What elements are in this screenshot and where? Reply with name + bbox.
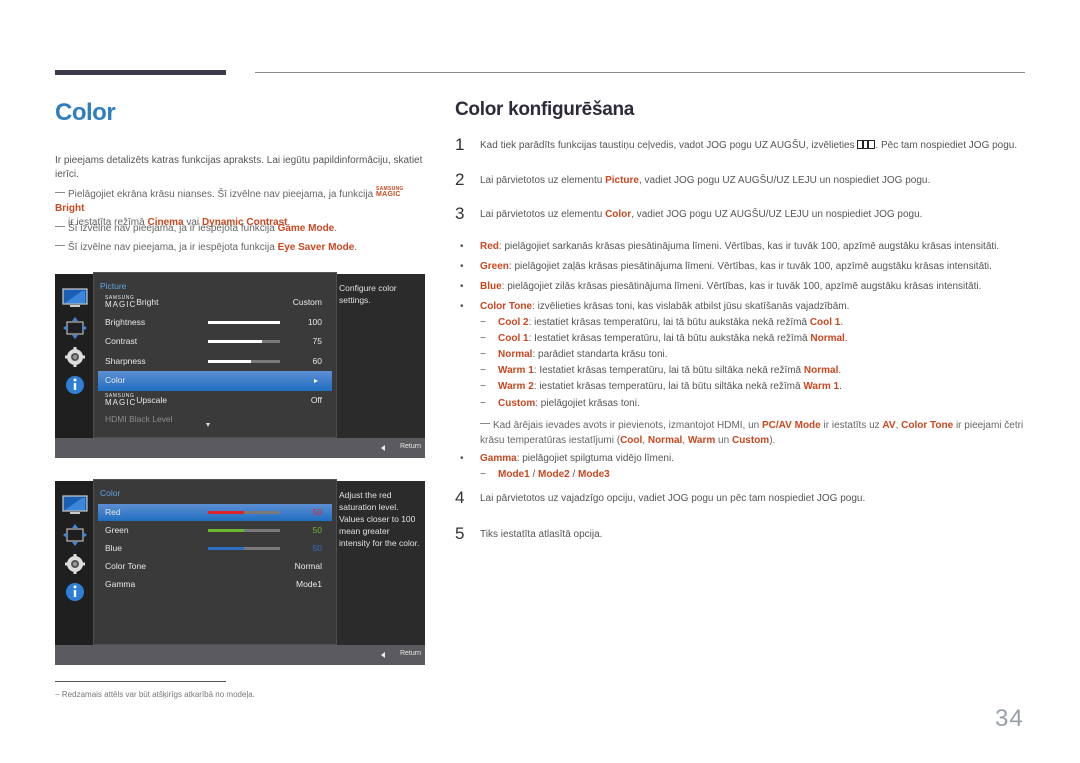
scroll-down-icon[interactable] xyxy=(206,423,210,427)
samsung-magic-logo: SAMSUNG MAGIC xyxy=(105,295,137,309)
red-value: 50 xyxy=(312,507,322,517)
red-slider[interactable] xyxy=(208,511,280,514)
hdmi-note: Kad ārējais ievades avots ir pievienots,… xyxy=(480,420,1024,446)
menu-item-color[interactable]: Color xyxy=(98,371,332,391)
return-button[interactable]: Return xyxy=(400,650,421,657)
note-dash xyxy=(55,192,65,193)
samsung-magic-logo: SAMSUNG MAGIC xyxy=(375,186,404,199)
return-icon[interactable] xyxy=(381,652,385,658)
osd-sidebar xyxy=(55,481,93,645)
osd-picture-menu: Picture SAMSUNG MAGIC Bright Custom Bright… xyxy=(55,272,425,458)
note-3: Šī izvēlne nav pieejama, ja ir iespējota… xyxy=(55,241,430,255)
menu-item-green[interactable]: Green 50 xyxy=(94,521,336,539)
blue-value: 50 xyxy=(312,543,322,553)
sharpness-slider[interactable] xyxy=(208,359,280,363)
osd-sidebar xyxy=(55,274,93,438)
osd-menu-list: Color Red 50 Green 50 Blue 50 Color Tone… xyxy=(93,479,337,645)
help-text: Configure color settings. xyxy=(339,283,397,305)
return-button[interactable]: Return xyxy=(400,443,421,450)
note-2: Šī izvēlne nav pieejama, ja ir iespējota… xyxy=(55,222,430,236)
menu-item-color-tone[interactable]: Color Tone Normal xyxy=(94,557,336,575)
osd-footer: Return xyxy=(55,645,425,665)
menu-header: Picture xyxy=(100,281,127,291)
page-number: 34 xyxy=(995,705,1024,732)
menu-item-blue[interactable]: Blue 50 xyxy=(94,539,336,557)
contrast-slider[interactable] xyxy=(208,340,280,343)
menu-item-sharpness[interactable]: Sharpness 60 xyxy=(94,352,336,372)
green-value: 50 xyxy=(312,525,322,535)
menu-item-red[interactable]: Red 50 xyxy=(98,504,332,521)
footnote: − Redzamais attēls var būt atšķirīgs atk… xyxy=(55,690,255,699)
brightness-slider[interactable] xyxy=(208,320,280,324)
samsung-magic-logo: SAMSUNG MAGIC xyxy=(105,392,137,407)
info-icon[interactable] xyxy=(62,581,88,603)
procedure-title: Color konfigurēšana xyxy=(455,99,635,120)
menu-item-brightness[interactable]: Brightness 100 xyxy=(94,313,336,333)
osd-menu-list: Picture SAMSUNG MAGIC Bright Custom Bright… xyxy=(93,272,337,438)
menu-item-contrast[interactable]: Contrast 75 xyxy=(94,332,336,352)
menu-icon xyxy=(857,140,876,149)
footnote-rule xyxy=(55,681,226,682)
info-icon[interactable] xyxy=(62,374,88,396)
menu-item-hdmi-black-level: HDMI Black Level xyxy=(94,410,336,430)
note-dash xyxy=(55,226,65,227)
menu-item-magic-bright[interactable]: SAMSUNG MAGIC Bright Custom xyxy=(94,293,336,313)
section-title: Color xyxy=(55,99,116,126)
note-dash xyxy=(55,245,65,246)
return-icon[interactable] xyxy=(381,445,385,451)
menu-item-magic-upscale[interactable]: SAMSUNG MAGIC Upscale Off xyxy=(94,391,336,411)
header-rule-thick xyxy=(55,70,226,75)
blue-slider[interactable] xyxy=(208,547,280,550)
gear-icon[interactable] xyxy=(62,553,88,575)
header-rule-thin xyxy=(255,72,1025,73)
gear-icon[interactable] xyxy=(62,346,88,368)
size-position-icon[interactable] xyxy=(62,316,88,340)
menu-item-gamma[interactable]: Gamma Mode1 xyxy=(94,575,336,593)
osd-footer: Return xyxy=(55,438,425,458)
picture-icon[interactable] xyxy=(62,288,88,310)
green-slider[interactable] xyxy=(208,529,280,532)
intro-text: Ir pieejams detalizēts katras funkcijas … xyxy=(55,155,423,180)
help-text: Adjust the red saturation level. Values … xyxy=(339,490,420,548)
osd-color-menu: Color Red 50 Green 50 Blue 50 Color Tone… xyxy=(55,479,425,665)
chevron-right-icon xyxy=(314,379,318,383)
size-position-icon[interactable] xyxy=(62,523,88,547)
menu-header: Color xyxy=(100,488,121,498)
picture-icon[interactable] xyxy=(62,495,88,517)
